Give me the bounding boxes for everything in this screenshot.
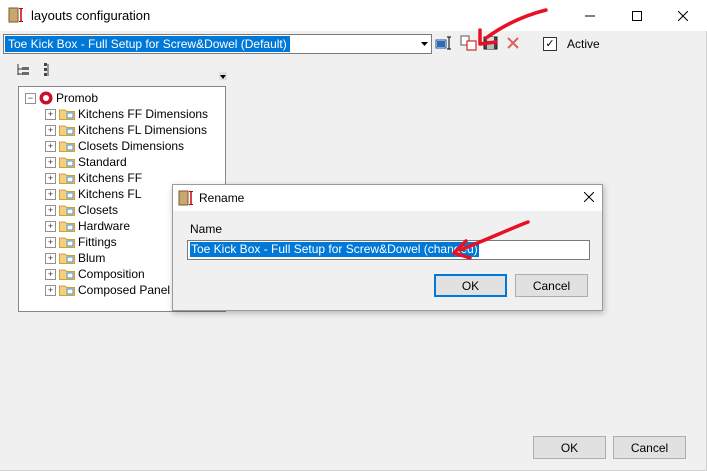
tree-item-label: Blum	[78, 251, 106, 265]
window-title: layouts configuration	[31, 8, 151, 23]
expand-icon[interactable]: +	[45, 172, 56, 184]
folder-icon	[59, 189, 75, 200]
rename-close-button[interactable]	[583, 189, 595, 205]
tree-item-label: Fittings	[78, 235, 117, 249]
layout-select-value: Toe Kick Box - Full Setup for Screw&Dowe…	[5, 36, 290, 52]
expand-icon[interactable]: +	[45, 236, 56, 248]
name-label: Name	[190, 222, 223, 236]
tree-item[interactable]: + Closets	[45, 202, 118, 218]
expand-icon[interactable]: +	[45, 204, 56, 216]
rename-cancel-button[interactable]: Cancel	[515, 274, 588, 297]
tree-item-label: Kitchens FF Dimensions	[78, 107, 209, 121]
active-label: Active	[567, 37, 600, 51]
folder-icon	[59, 237, 75, 248]
edit-icon[interactable]	[435, 35, 453, 51]
ok-button[interactable]: OK	[533, 436, 606, 459]
tree-item[interactable]: + Composed Panel	[45, 282, 170, 298]
expand-icon[interactable]: +	[45, 156, 56, 168]
folder-icon	[59, 109, 75, 120]
promob-logo-icon	[39, 91, 53, 105]
tree-item-label: Closets	[78, 203, 119, 217]
overflow-chevron-icon[interactable]	[219, 72, 227, 80]
folder-icon	[59, 205, 75, 216]
dropdown-button[interactable]	[416, 35, 431, 53]
tree-item-label: Kitchens FL Dimensions	[78, 123, 207, 137]
expand-icon[interactable]: +	[45, 124, 56, 136]
tree-view-icon[interactable]	[16, 62, 32, 78]
tree-item-label: Standard	[78, 155, 127, 169]
rename-dialog: Rename Name Toe Kick Box - Full Setup fo…	[172, 184, 603, 311]
expand-icon[interactable]: +	[45, 284, 56, 296]
tree-item-label: Kitchens FF	[78, 171, 143, 185]
minimize-icon	[585, 15, 595, 16]
chevron-down-icon	[420, 42, 428, 46]
minimize-button[interactable]	[567, 0, 613, 31]
close-button[interactable]	[660, 0, 706, 31]
expand-icon[interactable]: +	[45, 252, 56, 264]
maximize-icon	[632, 10, 642, 21]
tree-item[interactable]: + Kitchens FL	[45, 186, 141, 202]
layout-select[interactable]: Toe Kick Box - Full Setup for Screw&Dowe…	[3, 34, 432, 54]
rename-ok-button[interactable]: OK	[434, 274, 507, 297]
folder-icon	[59, 157, 75, 168]
close-icon	[583, 191, 595, 203]
tree-item-label: Closets Dimensions	[78, 139, 185, 153]
tree-item[interactable]: + Blum	[45, 250, 105, 266]
tree-item-label: Composed Panel	[78, 283, 171, 297]
folder-icon	[59, 173, 75, 184]
rename-title: Rename	[199, 191, 245, 205]
close-icon	[678, 10, 688, 21]
cancel-button[interactable]: Cancel	[613, 436, 686, 459]
app-icon	[178, 190, 193, 206]
tree-item[interactable]: + Kitchens FL Dimensions	[45, 122, 207, 138]
folder-icon	[59, 269, 75, 280]
tree-item[interactable]: + Composition	[45, 266, 145, 282]
maximize-button[interactable]	[614, 0, 660, 31]
tree-item[interactable]: + Fittings	[45, 234, 117, 250]
tree-item[interactable]: + Standard	[45, 154, 127, 170]
collapse-icon[interactable]: −	[25, 92, 36, 104]
name-field-value: Toe Kick Box - Full Setup for Screw&Dowe…	[190, 242, 479, 257]
annotation-arrow-icon	[478, 8, 548, 46]
app-icon	[8, 7, 23, 23]
expand-icon[interactable]: +	[45, 188, 56, 200]
folder-icon	[59, 125, 75, 136]
tree-item-label: Hardware	[78, 219, 131, 233]
tree-item-label: Composition	[78, 267, 145, 281]
tree-item[interactable]: + Kitchens FF Dimensions	[45, 106, 208, 122]
annotation-arrow-icon	[452, 220, 530, 260]
tree-item[interactable]: + Hardware	[45, 218, 130, 234]
list-view-icon[interactable]	[40, 62, 56, 78]
tree-root-label: Promob	[56, 91, 99, 105]
expand-icon[interactable]: +	[45, 108, 56, 120]
tree-item[interactable]: + Closets Dimensions	[45, 138, 184, 154]
folder-icon	[59, 285, 75, 296]
expand-icon[interactable]: +	[45, 220, 56, 232]
tree-item-label: Kitchens FL	[78, 187, 142, 201]
tree-root[interactable]: − Promob	[25, 90, 98, 106]
tree-item[interactable]: + Kitchens FF	[45, 170, 142, 186]
folder-icon	[59, 221, 75, 232]
expand-icon[interactable]: +	[45, 268, 56, 280]
folder-icon	[59, 253, 75, 264]
folder-icon	[59, 141, 75, 152]
expand-icon[interactable]: +	[45, 140, 56, 152]
